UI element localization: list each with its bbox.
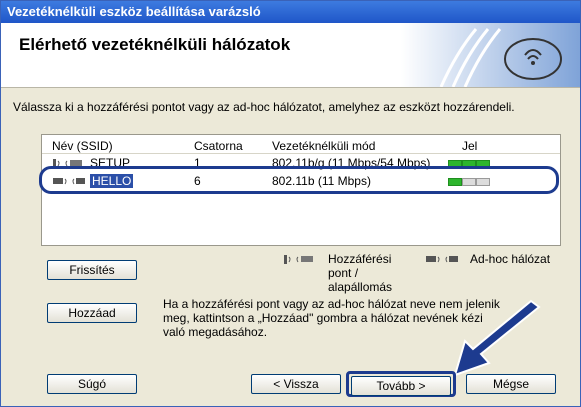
legend-access-point-line: Hozzáférési <box>328 252 392 266</box>
column-signal[interactable]: Jel <box>462 139 477 153</box>
header-banner: Elérhető vezetéknélküli hálózatok <box>1 23 580 88</box>
adhoc-legend-icon <box>426 256 458 263</box>
back-button[interactable]: < Vissza <box>251 374 341 394</box>
refresh-button[interactable]: Frissítés <box>47 260 137 280</box>
selection-highlight-outline <box>39 166 559 194</box>
wireless-logo-icon <box>401 23 580 87</box>
help-button[interactable]: Súgó <box>47 374 137 394</box>
callout-arrow-icon <box>453 299 541 377</box>
instruction-text: Válassza ki a hozzáférési pontot vagy az… <box>13 100 515 114</box>
column-ssid[interactable]: Név (SSID) <box>52 139 113 153</box>
header-divider <box>42 153 560 154</box>
column-mode[interactable]: Vezetéknélküli mód <box>272 139 375 153</box>
legend-adhoc: Ad-hoc hálózat <box>470 252 551 266</box>
add-button[interactable]: Hozzáad <box>47 303 137 323</box>
legend-access-point-line: pont / <box>328 266 359 280</box>
legend-access-point-line: alapállomás <box>328 280 393 294</box>
cancel-button[interactable]: Mégse <box>466 374 556 394</box>
column-channel[interactable]: Csatorna <box>194 139 243 153</box>
access-point-legend-icon <box>284 255 313 264</box>
page-title: Elérhető vezetéknélküli hálózatok <box>19 35 291 54</box>
wizard-window: Vezetéknélküli eszköz beállítása varázsl… <box>0 0 581 407</box>
window-title: Vezetéknélküli eszköz beállítása varázsl… <box>1 1 580 23</box>
next-button[interactable]: Tovább > <box>351 376 451 396</box>
